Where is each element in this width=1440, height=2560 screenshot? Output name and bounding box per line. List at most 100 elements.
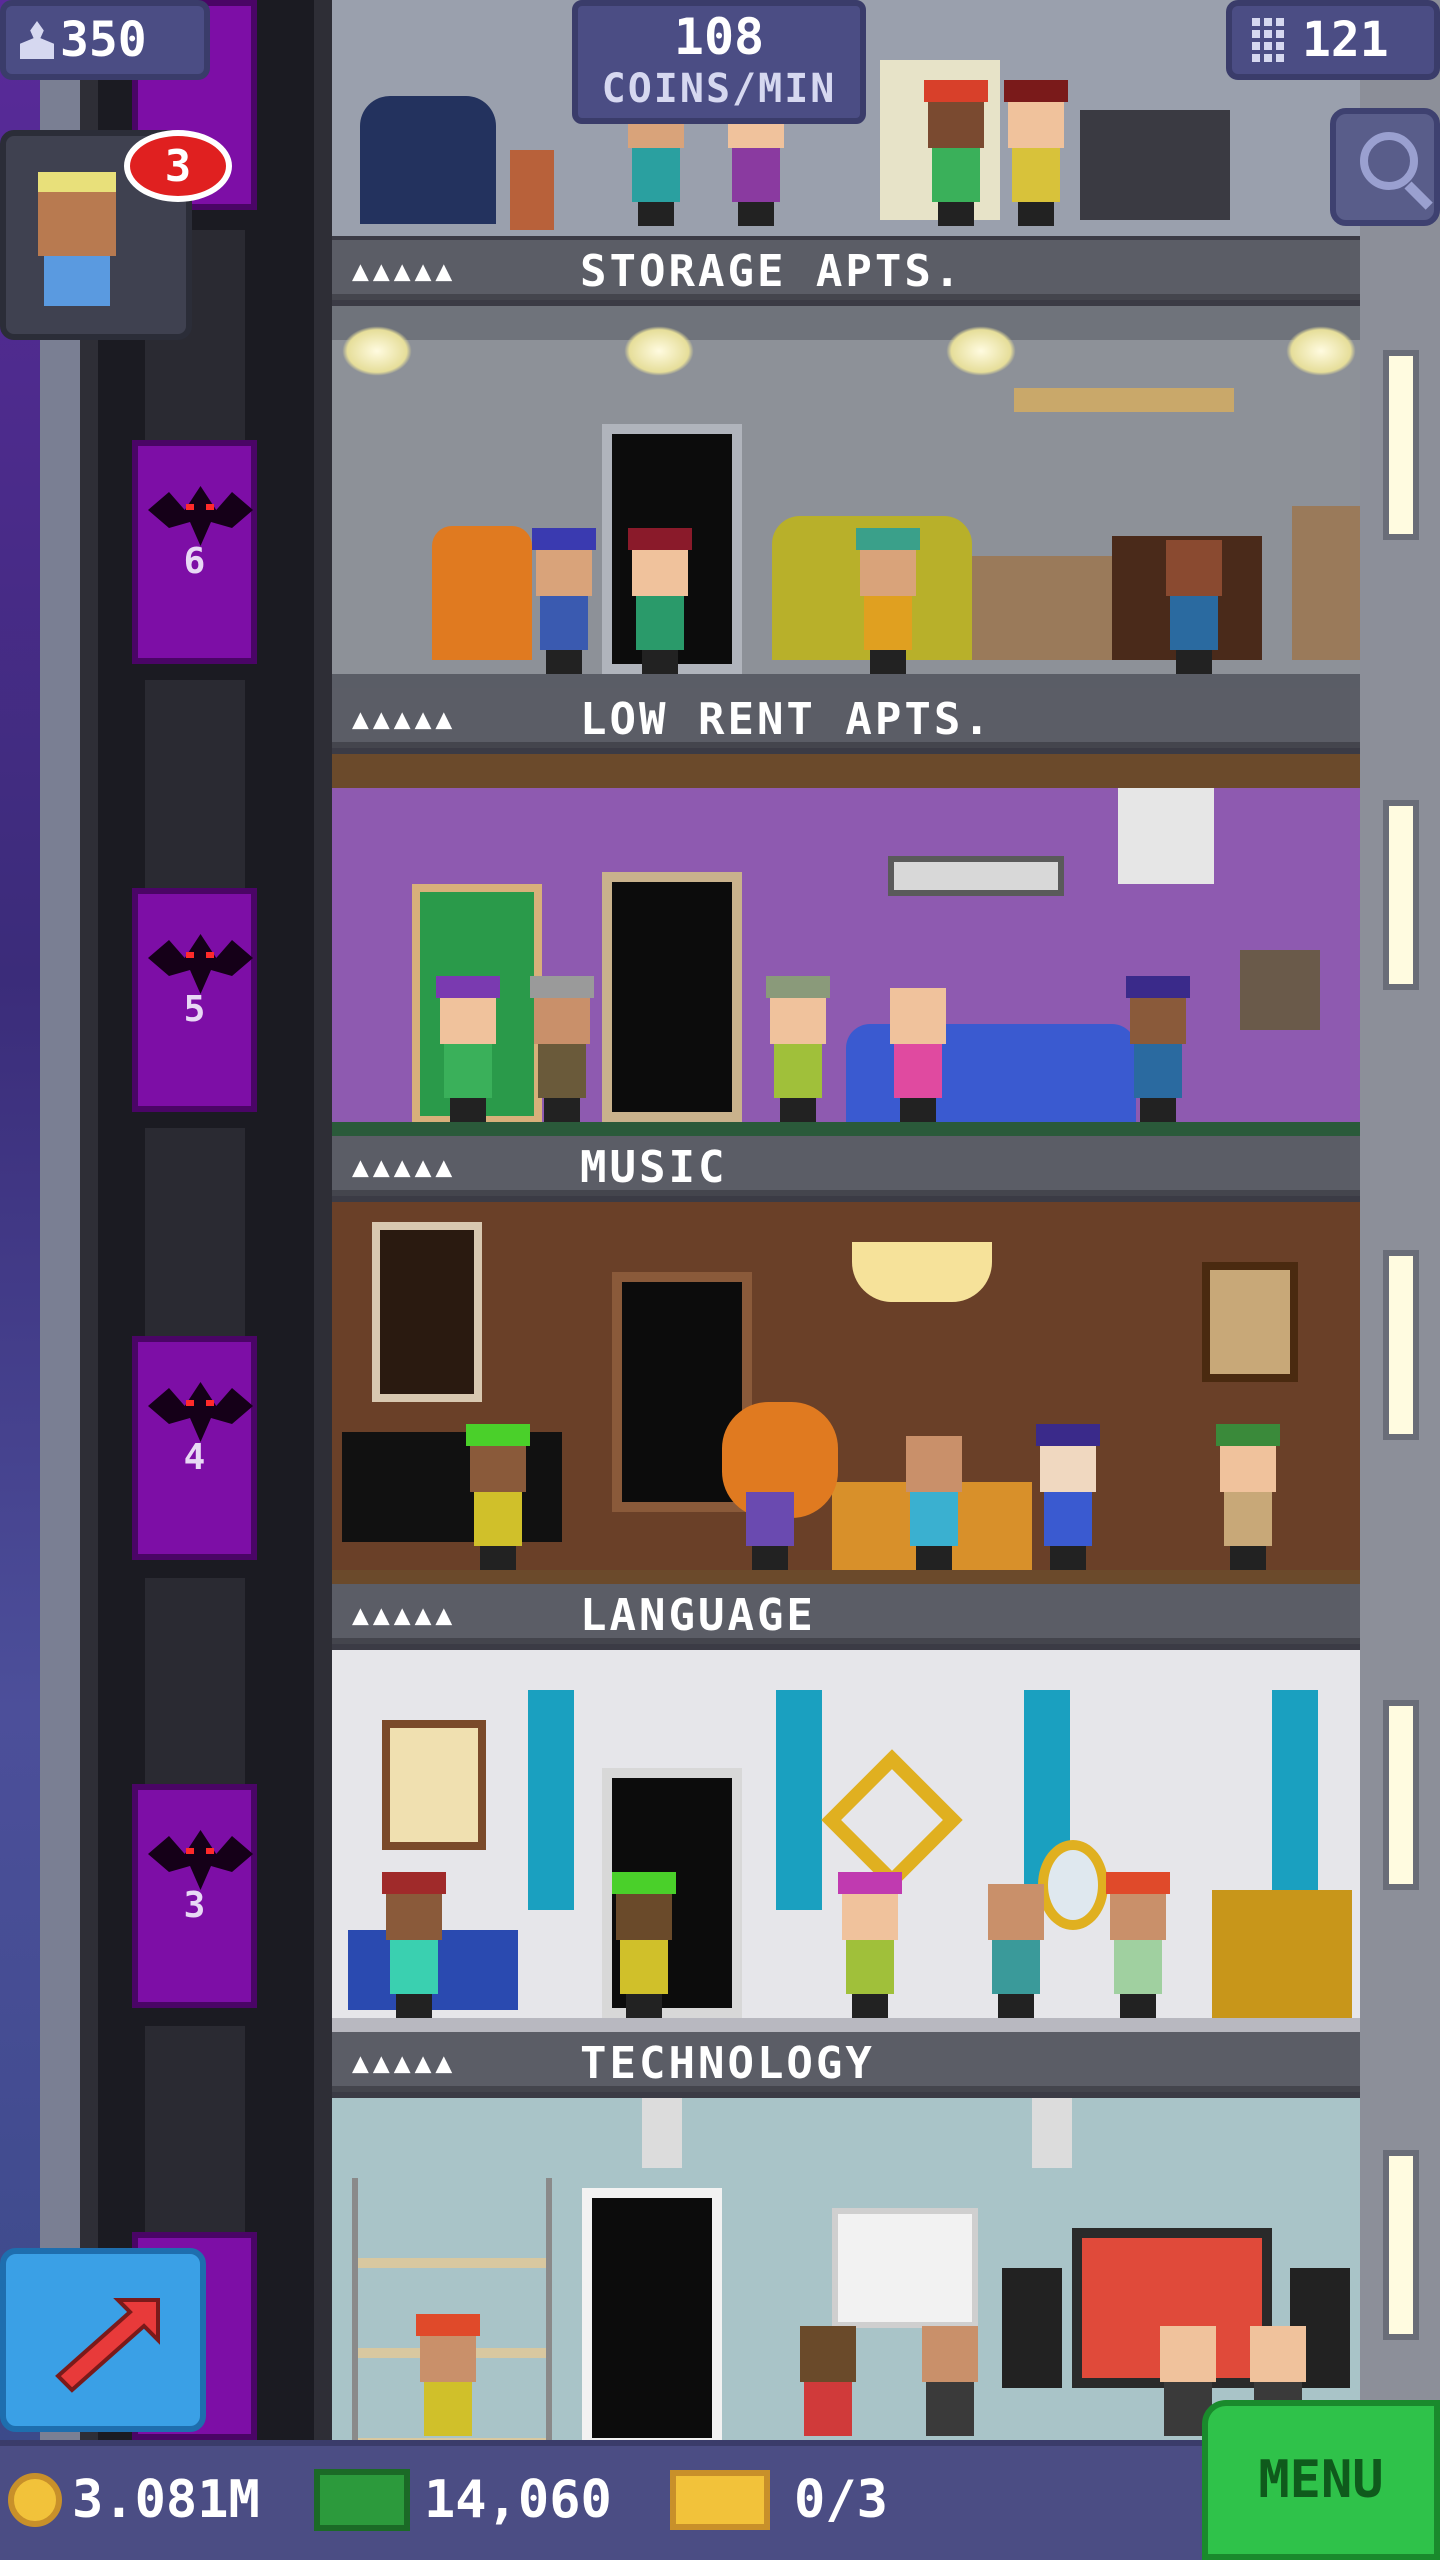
- bitizen[interactable]: [914, 2310, 986, 2440]
- population-value: 350: [60, 12, 147, 68]
- bitizen[interactable]: [432, 972, 504, 1122]
- menu-button[interactable]: MENU: [1202, 2400, 1440, 2560]
- shaft-segment: [145, 2026, 245, 2250]
- bitizen[interactable]: [898, 1420, 970, 1570]
- bitizen[interactable]: [462, 1420, 534, 1570]
- scroll-painting: [382, 1720, 486, 1850]
- shaft-rail: [80, 0, 98, 2440]
- coins-counter[interactable]: 3.081M: [8, 2462, 260, 2538]
- bitizen[interactable]: [1122, 972, 1194, 1122]
- floor-name: TECHNOLOGY: [580, 2038, 875, 2089]
- bitizen[interactable]: [526, 972, 598, 1122]
- elevator-car-4[interactable]: 4: [132, 1336, 257, 1560]
- bitizen[interactable]: [920, 76, 992, 226]
- window: [1383, 350, 1419, 540]
- tv-set: [1240, 950, 1320, 1030]
- bitizen[interactable]: [1000, 76, 1072, 226]
- bitizen[interactable]: [980, 1868, 1052, 2018]
- bitizen[interactable]: [882, 972, 954, 1122]
- bitizen[interactable]: [792, 2310, 864, 2440]
- ticket-icon: [670, 2470, 770, 2530]
- bitizen[interactable]: [1158, 524, 1230, 674]
- room[interactable]: [332, 1650, 1360, 2032]
- bitizen[interactable]: [734, 1420, 806, 1570]
- bitizen[interactable]: [834, 1868, 906, 2018]
- shaft-segment: [145, 680, 245, 904]
- floor-storage-apts[interactable]: ▲▲▲▲▲ STORAGE APTS.: [332, 240, 1360, 688]
- bitizen[interactable]: [1102, 1868, 1174, 2018]
- search-button[interactable]: [1330, 108, 1440, 226]
- chandelier: [852, 1242, 992, 1302]
- bitizen[interactable]: [762, 972, 834, 1122]
- visitor-avatar: [34, 172, 120, 322]
- bitizen[interactable]: [624, 524, 696, 674]
- bat-eyes: [186, 952, 214, 958]
- room[interactable]: [332, 754, 1360, 1136]
- bux-counter[interactable]: 14,060: [314, 2462, 612, 2538]
- floor-header: ▲▲▲▲▲ STORAGE APTS.: [332, 240, 1360, 300]
- elevator-up-button[interactable]: [0, 2248, 206, 2432]
- elevator-floor-label: 6: [183, 541, 206, 582]
- left-wall: [40, 0, 80, 2440]
- bux-value: 14,060: [424, 2470, 612, 2530]
- ceiling-beam: [332, 754, 1360, 788]
- ceiling-lamp: [624, 326, 694, 376]
- search-icon: [1360, 132, 1418, 190]
- pillar: [528, 1690, 574, 1910]
- floor-technology[interactable]: ▲▲▲▲▲ TECHNOLOGY: [332, 2032, 1360, 2440]
- tickets-counter[interactable]: 0/3: [670, 2462, 888, 2538]
- bitizen[interactable]: [608, 1868, 680, 2018]
- bitizen[interactable]: [412, 2310, 484, 2440]
- boxes: [1292, 506, 1360, 660]
- bat-icon: [148, 934, 253, 994]
- elevator-car-6[interactable]: 6: [132, 440, 257, 664]
- bitizen[interactable]: [378, 1868, 450, 2018]
- visitor-body: [44, 256, 110, 306]
- coins-per-min-value: 108: [673, 8, 765, 66]
- bitizen[interactable]: [528, 524, 600, 674]
- ceiling-lamp: [1286, 326, 1356, 376]
- boxes: [972, 556, 1132, 660]
- picture-frame: [1202, 1262, 1298, 1382]
- ceiling-lamp: [946, 326, 1016, 376]
- floor-header: ▲▲▲▲▲ MUSIC: [332, 1136, 1360, 1196]
- room[interactable]: [332, 1202, 1360, 1584]
- star-rating: ▲▲▲▲▲: [352, 2046, 457, 2079]
- elevator-floor-label: 3: [183, 1885, 206, 1926]
- door[interactable]: [582, 2188, 722, 2440]
- window: [1383, 800, 1419, 990]
- floor-header: ▲▲▲▲▲ TECHNOLOGY: [332, 2032, 1360, 2092]
- notification-badge: 3: [124, 130, 232, 202]
- coins-per-min-panel: 108 COINS/MIN: [572, 0, 866, 124]
- bitizen[interactable]: [1212, 1420, 1284, 1570]
- floor-line: [332, 1570, 1360, 1584]
- ceiling-lamp: [342, 326, 412, 376]
- population-icon: [20, 21, 54, 59]
- floor-music[interactable]: ▲▲▲▲▲ MUSIC: [332, 1136, 1360, 1584]
- bux-icon: [314, 2469, 410, 2531]
- visitor-head: [38, 192, 116, 256]
- door[interactable]: [602, 872, 742, 1122]
- floor-counter[interactable]: 121: [1226, 0, 1440, 80]
- elevator-car-5[interactable]: 5: [132, 888, 257, 1112]
- tickets-value: 0/3: [794, 2470, 888, 2530]
- calendar: [1118, 788, 1214, 884]
- room[interactable]: [332, 2098, 1360, 2440]
- shelf: [1014, 388, 1234, 412]
- floor-low-rent-apts[interactable]: ▲▲▲▲▲ LOW RENT APTS.: [332, 688, 1360, 1136]
- arrow-up-right-icon: [55, 2298, 160, 2393]
- bitizen[interactable]: [852, 524, 924, 674]
- floor-name: STORAGE APTS.: [580, 246, 964, 297]
- wall-vent: [888, 856, 1064, 896]
- floor-header: ▲▲▲▲▲ LOW RENT APTS.: [332, 688, 1360, 748]
- bitizen[interactable]: [1032, 1420, 1104, 1570]
- coin-icon: [8, 2473, 62, 2527]
- room[interactable]: [332, 306, 1360, 688]
- floor-language[interactable]: ▲▲▲▲▲ LANGUAGE: [332, 1584, 1360, 2032]
- floor-header: ▲▲▲▲▲ LANGUAGE: [332, 1584, 1360, 1644]
- population-counter[interactable]: 350: [0, 0, 210, 80]
- bat-icon: [148, 1830, 253, 1890]
- elevator-car-3[interactable]: 3: [132, 1784, 257, 2008]
- armchair: [432, 526, 532, 660]
- star-rating: ▲▲▲▲▲: [352, 1150, 457, 1183]
